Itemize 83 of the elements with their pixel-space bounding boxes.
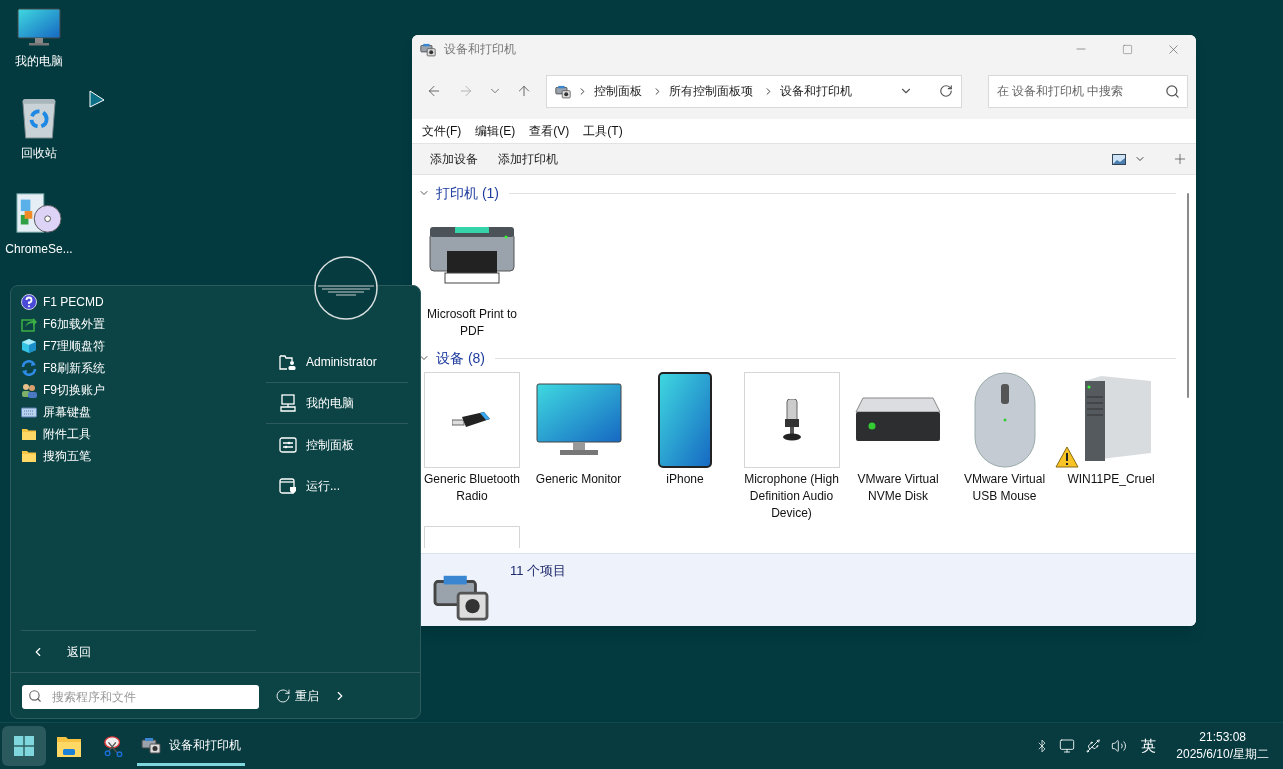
- program-search-field[interactable]: 搜索程序和文件: [22, 684, 259, 709]
- device-name[interactable]: VMware Virtual USB Mouse: [954, 471, 1055, 505]
- devices-printers-icon: [554, 83, 571, 99]
- maximize-icon: [1121, 43, 1133, 55]
- program-item[interactable]: 搜狗五笔: [21, 445, 266, 467]
- desktop-icon-label[interactable]: 回收站: [21, 144, 57, 162]
- recycle-bin-icon: [20, 98, 58, 140]
- breadcrumb[interactable]: 设备和打印机: [779, 82, 852, 100]
- restart-button[interactable]: 重启: [275, 686, 319, 705]
- refresh-icon: [21, 360, 37, 376]
- start-menu-link[interactable]: Administrator: [266, 342, 408, 383]
- taskbar-app-button[interactable]: 设备和打印机: [137, 726, 245, 766]
- device-name[interactable]: WIN11PE_Cruel: [1061, 471, 1161, 488]
- device-name[interactable]: VMware Virtual NVMe Disk: [848, 471, 948, 505]
- monitor-icon: [535, 383, 622, 457]
- group-header[interactable]: 设备 (8): [436, 347, 485, 369]
- hard-disk-icon: [855, 397, 941, 443]
- toolbar-button[interactable]: 添加设备: [420, 146, 488, 172]
- usb-dongle-icon: [452, 411, 492, 429]
- mouse-cursor-icon: [89, 90, 105, 108]
- run-window-icon: [279, 476, 297, 495]
- folder-icon: [57, 735, 81, 757]
- help-icon: [21, 294, 37, 310]
- item-count: 11 个项目: [510, 562, 567, 580]
- computer-icon: [279, 394, 297, 412]
- back-link[interactable]: 返回: [67, 642, 91, 661]
- program-item[interactable]: F9切换账户: [21, 379, 266, 401]
- start-menu-link[interactable]: 我的电脑: [266, 383, 408, 424]
- devices-printers-icon: [141, 735, 161, 754]
- folder-icon: [21, 426, 37, 442]
- monitor-icon: [17, 8, 61, 48]
- setup-disc-icon: [15, 190, 63, 236]
- usb-device-icon[interactable]: [1085, 738, 1102, 754]
- warning-icon: [1055, 446, 1079, 468]
- image-view-icon: [1112, 153, 1126, 165]
- breadcrumb[interactable]: 控制面板: [593, 82, 642, 100]
- refresh-icon[interactable]: [938, 84, 953, 98]
- toolbar-button[interactable]: 添加打印机: [488, 146, 568, 172]
- window-title: 设备和打印机: [444, 41, 516, 58]
- group-header[interactable]: 打印机 (1): [436, 182, 499, 204]
- device-name[interactable]: iPhone: [635, 471, 735, 488]
- menu-item[interactable]: 查看(V): [523, 122, 576, 140]
- network-icon[interactable]: [1059, 738, 1076, 754]
- printer-icon: [429, 225, 515, 285]
- start-menu-link[interactable]: 运行...: [266, 465, 408, 506]
- menu-item[interactable]: 文件(F): [416, 122, 468, 140]
- program-item[interactable]: 附件工具: [21, 423, 266, 445]
- scrollbar-thumb[interactable]: [1187, 193, 1189, 398]
- menu-item[interactable]: 工具(T): [577, 122, 629, 140]
- volume-icon[interactable]: [1111, 738, 1128, 754]
- search-icon: [1164, 83, 1180, 99]
- device-name[interactable]: Generic Bluetooth Radio: [422, 471, 522, 505]
- cube-icon: [21, 338, 37, 354]
- start-menu-link[interactable]: 控制面板: [266, 424, 408, 465]
- menu-item[interactable]: 编辑(E): [469, 122, 522, 140]
- restart-icon: [275, 687, 291, 704]
- search-field[interactable]: 在 设备和打印机 中搜索: [987, 74, 1188, 108]
- program-item[interactable]: F1 PECMD: [21, 291, 266, 313]
- user-folder-icon: [279, 353, 297, 371]
- breadcrumb[interactable]: 所有控制面板项: [668, 82, 753, 100]
- search-icon: [28, 688, 42, 703]
- windows-logo-icon: [14, 736, 34, 756]
- scissors-icon: [103, 735, 125, 757]
- input-method-indicator[interactable]: 英: [1141, 734, 1157, 758]
- device-name[interactable]: Microsoft Print to PDF: [422, 306, 522, 340]
- users-icon: [21, 382, 37, 398]
- clock[interactable]: 21:53:08 2025/6/10/星期二: [1176, 729, 1269, 763]
- address-bar[interactable]: 控制面板 所有控制面板项 设备和打印机: [545, 74, 962, 108]
- desktop-icon-label[interactable]: ChromeSe...: [5, 240, 73, 258]
- folder-icon: [21, 448, 37, 464]
- start-button[interactable]: [2, 726, 46, 766]
- devices-printers-icon: [420, 41, 436, 57]
- device-name[interactable]: Microphone (High Definition Audio Device): [741, 471, 842, 522]
- desktop-icon-label[interactable]: 我的电脑: [15, 52, 63, 70]
- program-item[interactable]: 屏幕键盘: [21, 401, 266, 423]
- program-item[interactable]: F6加载外置: [21, 313, 266, 335]
- keyboard-icon: [21, 404, 37, 420]
- program-item[interactable]: F7理顺盘符: [21, 335, 266, 357]
- device-name[interactable]: Generic Monitor: [528, 471, 629, 488]
- control-panel-icon: [279, 435, 297, 454]
- microphone-icon: [781, 399, 802, 441]
- program-item[interactable]: F8刷新系统: [21, 357, 266, 379]
- phone-icon: [658, 372, 712, 468]
